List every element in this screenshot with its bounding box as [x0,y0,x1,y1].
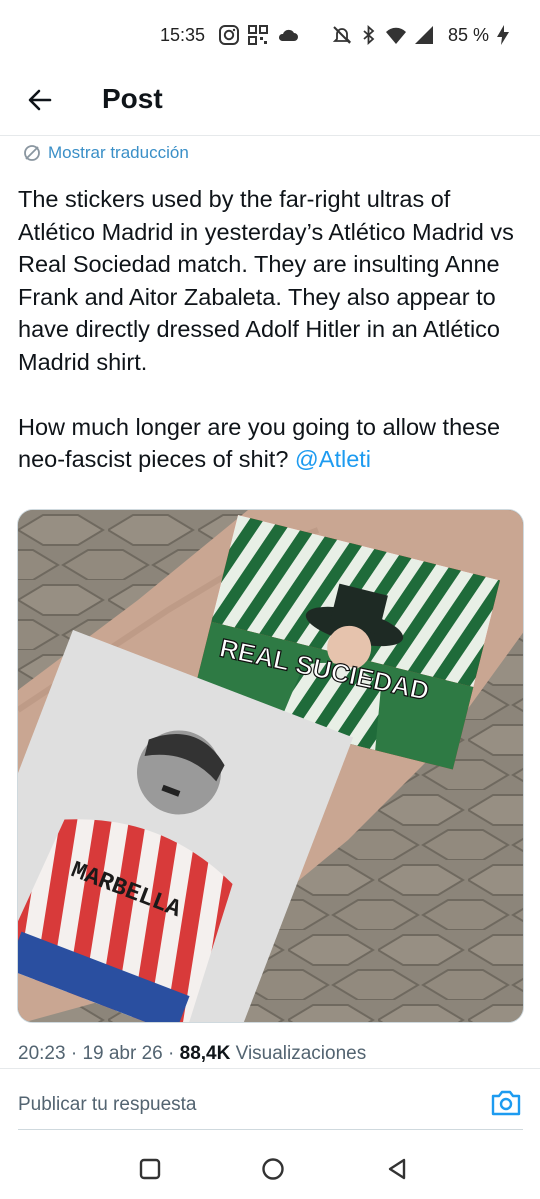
reply-input[interactable]: Publicar tu respuesta [18,1094,197,1116]
post-header: Post [0,72,540,136]
charging-icon [497,25,509,45]
sticker-photo: REAL SUCIEDAD MARBELLA [18,510,523,1022]
back-button[interactable] [22,82,58,118]
tweet-time: 20:23 [18,1043,66,1064]
meta-separator: · [70,1043,78,1064]
meta-separator: · [168,1043,175,1064]
cloud-icon [278,29,298,41]
instagram-icon [219,25,239,45]
back-triangle-icon[interactable] [384,1156,410,1182]
arrow-left-icon [28,89,52,111]
translate-icon [24,145,40,161]
mention-link[interactable]: @Atleti [295,446,371,472]
qr-icon [248,25,268,45]
recents-square-icon[interactable] [137,1156,163,1182]
tweet-date: 19 abr 26 [82,1043,163,1064]
camera-icon[interactable] [490,1088,522,1118]
status-bar: 15:35 85 % [0,0,540,72]
page-title: Post [102,83,163,114]
show-translation-link[interactable]: Mostrar traducción [22,143,189,163]
tweet-text: The stickers used by the far-right ultra… [18,183,523,476]
divider [18,1129,523,1130]
home-circle-icon[interactable] [260,1156,286,1182]
mute-icon [332,26,352,44]
bluetooth-icon [363,24,375,46]
status-time: 15:35 [160,25,206,45]
views-count[interactable]: 88,4K [180,1043,231,1064]
views-label[interactable]: Visualizaciones [236,1043,367,1064]
signal-icon [415,26,433,44]
system-nav-bar [0,1140,540,1199]
tweet-paragraph-2: How much longer are you going to allow t… [18,413,507,473]
battery-percent: 85 % [448,25,490,45]
show-translation-label: Mostrar traducción [48,143,189,162]
tweet-image[interactable]: REAL SUCIEDAD MARBELLA [17,509,524,1023]
reply-bar: Publicar tu respuesta [0,1068,540,1130]
wifi-icon [386,27,406,44]
tweet-paragraph-1: The stickers used by the far-right ultra… [18,186,521,375]
tweet-meta: 20:23 · 19 abr 26 · 88,4K Visualizacione… [18,1043,366,1065]
